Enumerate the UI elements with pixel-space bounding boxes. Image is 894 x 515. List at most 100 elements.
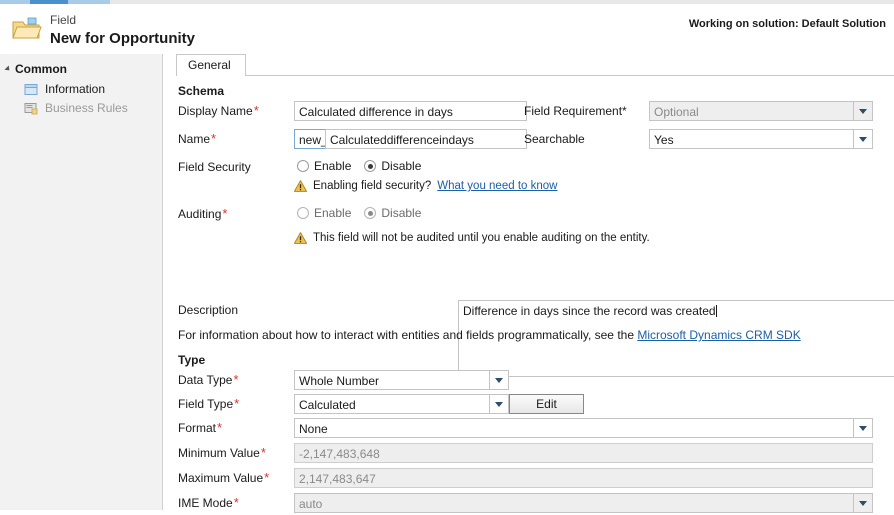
radio-dot-selected [364, 160, 377, 172]
label-text: Searchable [524, 132, 585, 146]
radio-label: Disable [381, 206, 422, 220]
row-maximum-value: Maximum Value* 2,147,483,647 [164, 468, 894, 490]
name-prefix-input[interactable]: new_ [294, 129, 326, 149]
sidebar-item-information[interactable]: Information [24, 82, 105, 96]
radio-label: Enable [314, 206, 352, 220]
header-text-block: Field New for Opportunity [50, 13, 195, 49]
label-minimum-value: Minimum Value* [178, 446, 266, 460]
tab-strip: General [176, 54, 894, 76]
tab-underline [176, 75, 894, 76]
field-type-value: Calculated [299, 398, 356, 412]
collapse-triangle-icon [4, 65, 12, 73]
data-type-dropdown[interactable]: Whole Number [294, 370, 509, 390]
label-text: Display Name [178, 104, 253, 118]
row-display-name: Display Name* Calculated difference in d… [164, 101, 894, 123]
folder-icon [12, 16, 42, 42]
sidebar-item-business-rules[interactable]: Business Rules [24, 101, 128, 115]
business-rules-icon [24, 102, 38, 115]
field-security-warning: Enabling field security? What you need t… [293, 180, 557, 192]
required-marker: * [233, 372, 239, 387]
label-text: Field Requirement [524, 104, 623, 118]
field-security-radio-group: Enable Disable [297, 159, 421, 173]
label-ime-mode: IME Mode* [178, 496, 239, 510]
auditing-warning: This field will not be audited until you… [293, 232, 650, 244]
auditing-enable-radio[interactable]: Enable [297, 206, 351, 220]
name-input[interactable]: Calculateddifferenceindays [325, 129, 527, 149]
minimum-value-input[interactable]: -2,147,483,648 [294, 443, 873, 463]
data-type-value: Whole Number [299, 374, 380, 388]
field-security-warning-text: Enabling field security? [313, 180, 432, 192]
required-marker: * [622, 104, 627, 118]
required-marker: * [260, 445, 266, 460]
warning-icon [293, 232, 308, 244]
label-field-security: Field Security [178, 160, 251, 174]
auditing-disable-radio[interactable]: Disable [364, 206, 421, 220]
format-dropdown[interactable]: None [294, 418, 873, 438]
required-marker: * [233, 495, 239, 510]
sidebar-group-common[interactable]: Common [4, 62, 67, 76]
description-value: Difference in days since the record was … [463, 304, 716, 318]
edit-button[interactable]: Edit [509, 394, 584, 414]
label-display-name: Display Name* [178, 104, 259, 118]
chevron-down-icon [489, 371, 508, 389]
crm-sdk-link[interactable]: Microsoft Dynamics CRM SDK [637, 328, 800, 342]
chevron-down-icon [853, 419, 872, 437]
required-marker: * [234, 396, 240, 411]
label-text: Name [178, 132, 211, 146]
row-data-type: Data Type* Whole Number [164, 370, 894, 392]
field-security-help-link[interactable]: What you need to know [437, 180, 557, 192]
main-content: General Schema Display Name* Calculated … [164, 54, 894, 513]
field-requirement-dropdown[interactable]: Optional [649, 101, 873, 121]
sdk-note: For information about how to interact wi… [178, 328, 801, 342]
sidebar-item-label: Business Rules [45, 101, 128, 115]
field-type-dropdown[interactable]: Calculated [294, 394, 509, 414]
radio-dot [297, 207, 309, 219]
warning-icon [293, 180, 308, 192]
chevron-down-icon [489, 395, 508, 413]
ime-mode-value: auto [299, 497, 323, 511]
radio-dot-selected [364, 207, 377, 219]
label-field-requirement: Field Requirement* [524, 104, 627, 118]
field-security-enable-radio[interactable]: Enable [297, 159, 351, 173]
label-text: Field Security [178, 160, 251, 174]
chevron-down-icon [853, 494, 872, 512]
label-format: Format* [178, 421, 222, 435]
tab-general[interactable]: General [176, 54, 246, 76]
maximum-value-input[interactable]: 2,147,483,647 [294, 468, 873, 488]
auditing-radio-group: Enable Disable [297, 206, 421, 220]
sidebar-item-label: Information [45, 82, 106, 96]
auditing-warning-text: This field will not be audited until you… [313, 232, 650, 244]
label-text: Field Type [178, 397, 234, 411]
row-field-security: Field Security Enable Disable [164, 157, 894, 179]
format-value: None [299, 422, 328, 436]
label-text: Maximum Value [178, 471, 264, 485]
label-name: Name* [178, 132, 216, 146]
text-caret [715, 305, 717, 317]
required-marker: * [264, 470, 270, 485]
display-name-input[interactable]: Calculated difference in days [294, 101, 527, 121]
label-text: Data Type [178, 373, 233, 387]
required-marker: * [211, 131, 217, 146]
searchable-value: Yes [654, 133, 674, 147]
label-text: Description [178, 303, 239, 317]
field-security-disable-radio[interactable]: Disable [364, 159, 421, 173]
page-title: New for Opportunity [50, 30, 195, 47]
label-maximum-value: Maximum Value* [178, 471, 269, 485]
row-auditing: Auditing* Enable Disable [164, 204, 894, 226]
label-text: Format [178, 421, 217, 435]
working-solution-label: Working on solution: Default Solution [688, 18, 886, 30]
label-text: Auditing [178, 207, 222, 221]
section-heading-schema: Schema [178, 84, 225, 98]
label-field-type: Field Type* [178, 397, 239, 411]
row-ime-mode: IME Mode* auto [164, 493, 894, 515]
label-text: Minimum Value [178, 446, 260, 460]
label-auditing: Auditing* [178, 207, 227, 221]
chevron-down-icon [853, 102, 872, 120]
ime-mode-dropdown[interactable]: auto [294, 493, 873, 513]
sidebar-group-label: Common [15, 62, 67, 76]
field-requirement-value: Optional [654, 105, 699, 119]
chevron-down-icon [853, 130, 872, 148]
required-marker: * [217, 420, 223, 435]
searchable-dropdown[interactable]: Yes [649, 129, 873, 149]
label-description: Description [178, 303, 238, 317]
